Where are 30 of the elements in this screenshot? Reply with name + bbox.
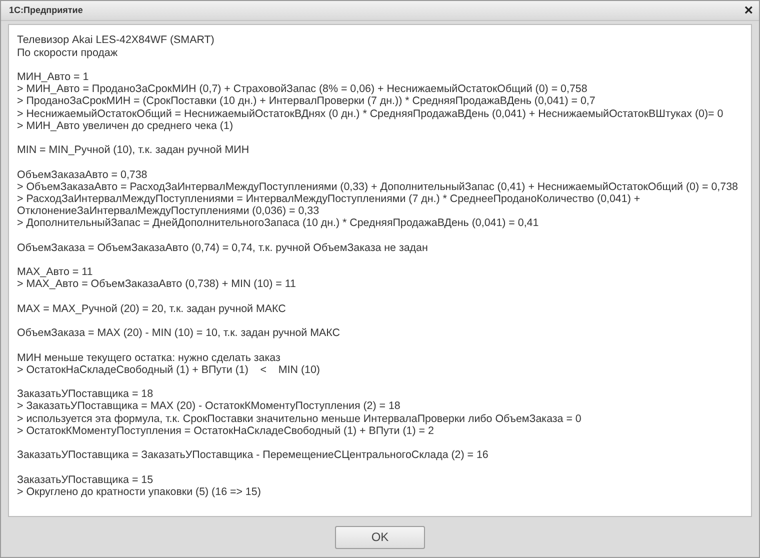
text-line: По скорости продаж [17, 46, 118, 59]
text-line: > МИН_Авто увеличен до среднего чека (1) [17, 120, 233, 132]
text-line: > MAX_Авто = ОбъемЗаказаАвто (0,738) + MIN (10) = 11 [17, 278, 296, 291]
close-button[interactable]: × [744, 3, 753, 18]
text-line: > МИН_Авто = ПроданоЗаСрокМИН (0,7) + СтраховойЗапас (8% = 0,06) + НеснижаемыйОстатокОбщий (0) = 0,758 [17, 83, 588, 96]
text-line: > ПроданоЗаСрокМИН = (СрокПоставки (10 дн.) + ИнтервалПроверки (7 дн.)) * СредняяПродажаВДень (0,041) = 0,7 [17, 95, 596, 108]
text-line: ОбъемЗаказаАвто = 0,738 [17, 168, 148, 181]
ok-button[interactable]: OK [335, 526, 425, 549]
text-line: ЗаказатьУПоставщика = ЗаказатьУПоставщика - ПеремещениеСЦентральногоСклада (2) = 16 [17, 449, 488, 462]
text-line: > ОбъемЗаказаАвто = РасходЗаИнтервалМеждуПоступлениями (0,33) + ДополнительныйЗапас (0,41) + НеснижаемыйОстатокОбщий (0) = 0,738 [17, 180, 738, 194]
text-line: ОбъемЗаказа = MAX (20) - MIN (10) = 10, т.к. задан ручной МАКС [17, 327, 340, 340]
text-line: МИН меньше текущего остатка: нужно сделать заказ [17, 352, 280, 364]
text-line: > ЗаказатьУПоставщика = MAX (20) - ОстатокКМоментуПоступления (2) = 18 [17, 400, 400, 413]
text-line: ОбъемЗаказа = ОбъемЗаказаАвто (0,74) = 0,74, т.к. ручной ОбъемЗаказа не задан [17, 242, 428, 254]
text-line: ОтклонениеЗаИнтервалМеждуПоступлениями (0,036) = 0,33 [17, 205, 320, 218]
text-line: MAX = MAX_Ручной (20) = 20, т.к. задан ручной МАКС [17, 302, 286, 316]
text-line: > ОстатокНаСкладеСвободный (1) + ВПути (1) < MIN (10) [17, 364, 320, 376]
text-line: MAX_Авто = 11 [17, 266, 93, 278]
text-line: МИН_Авто = 1 [17, 71, 89, 84]
text-line: MIN = MIN_Ручной (10), т.к. задан ручной МИН [17, 144, 250, 156]
text-line: > используется эта формула, т.к. СрокПоставки значительно меньше ИнтервалаПроверки либо ОбъемЗаказа = 0 [17, 412, 582, 425]
window-title: 1С:Предприятие [9, 4, 83, 17]
text-line: > ДополнительныйЗапас = ДнейДополнительногоЗапаса (10 дн.) * СредняяПродажаВДень (0,041) = 0,41 [17, 217, 539, 230]
text-line: ЗаказатьУПоставщика = 15 [17, 474, 154, 486]
text-line: Телевизор Akai LES-42X84WF (SMART) [17, 34, 214, 47]
text-line: ЗаказатьУПоставщика = 18 [17, 388, 154, 400]
text-line: > РасходЗаИнтервалМеждуПоступлениями = ИнтервалМеждуПоступлениями (7 дн.) * СреднееПроданоКоличество (0,041) + [17, 193, 640, 206]
text-line: > НеснижаемыйОстатокОбщий = НеснижаемыйОстатокВДнях (0 дн.) * СредняяПродажаВДень (0,041) + НеснижаемыйОстатокВШтуках (0)= 0 [17, 108, 724, 120]
text-line: > Округлено до кратности упаковки (5) (16 => 15) [17, 486, 261, 498]
text-line: > ОстатокКМоментуПоступления = ОстатокНаСкладеСвободный (1) + ВПути (1) = 2 [17, 424, 434, 438]
